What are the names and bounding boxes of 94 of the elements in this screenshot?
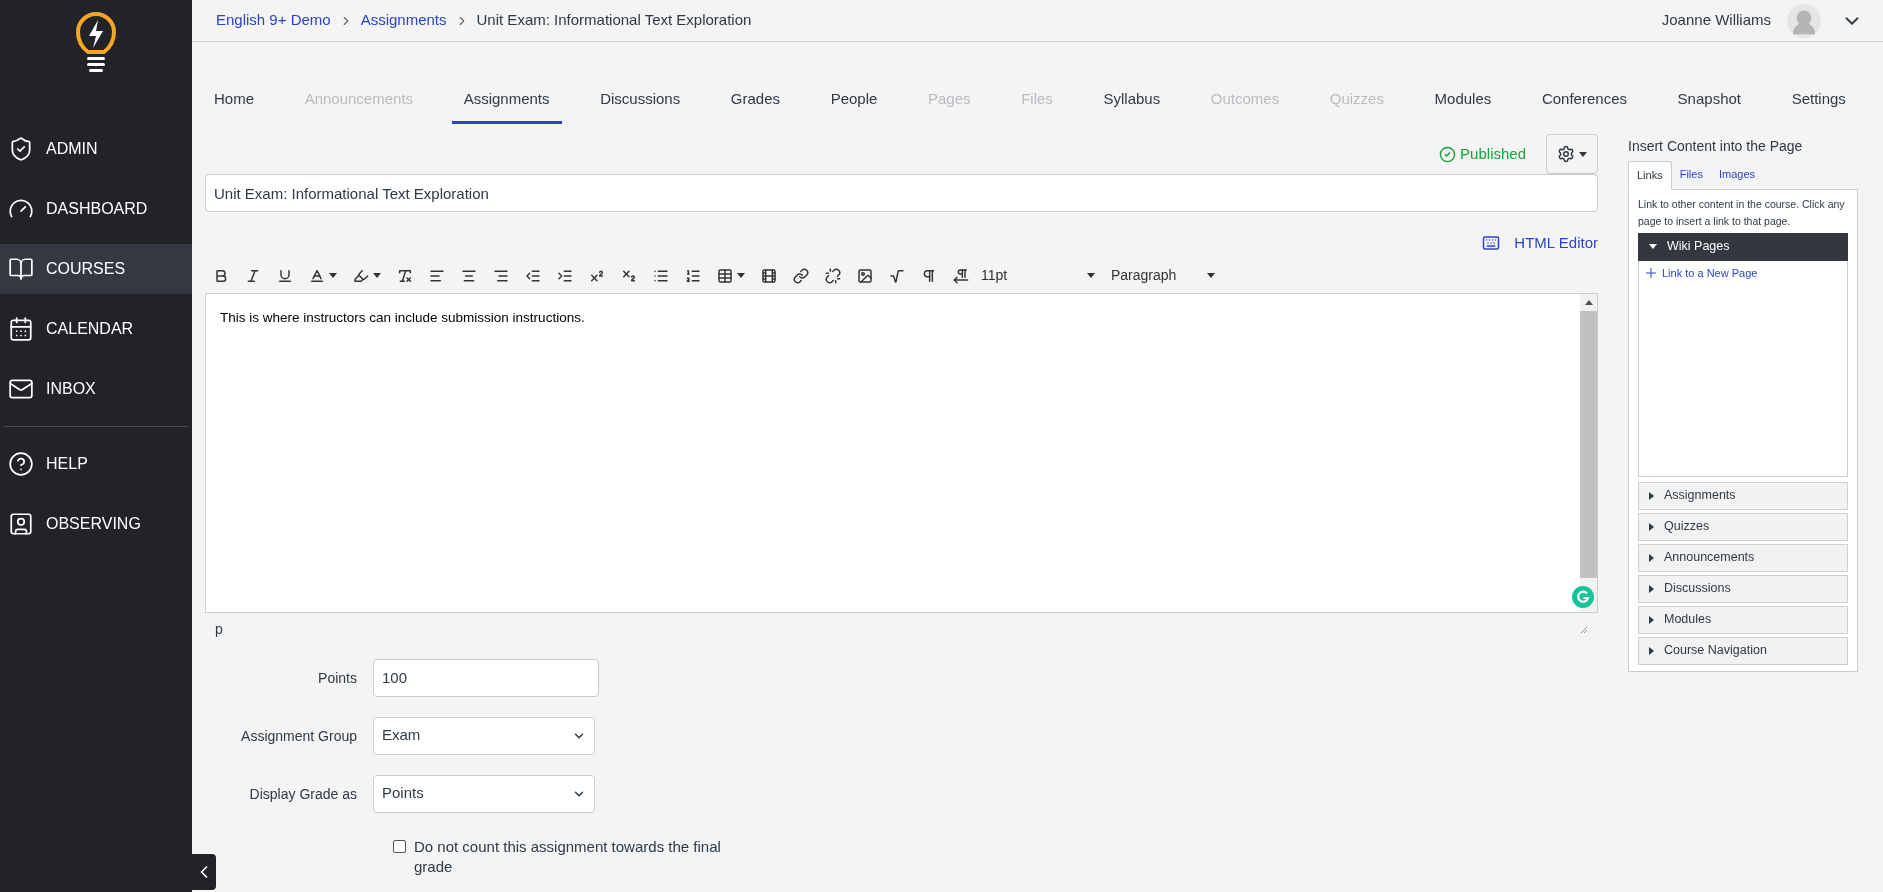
course-nav-tab[interactable]: Settings xyxy=(1779,78,1858,124)
omit-checkbox[interactable] xyxy=(393,839,406,853)
caret-right-icon xyxy=(1649,584,1654,593)
field-label: Assignment Group xyxy=(240,726,357,746)
course-nav-tab[interactable]: Snapshot xyxy=(1665,78,1753,124)
display-grade-select[interactable]: Points xyxy=(373,774,595,813)
caret-icon xyxy=(1207,273,1215,278)
accordion-header[interactable]: Discussions xyxy=(1638,574,1848,603)
new-page-link[interactable]: Link to a New Page xyxy=(1643,264,1843,281)
caret-right-icon xyxy=(1649,615,1654,624)
course-nav-tab[interactable]: Syllabus xyxy=(1091,78,1173,124)
accordion-header[interactable]: Assignments xyxy=(1638,481,1848,510)
sidebar-item[interactable]: DASHBOARD xyxy=(0,184,192,234)
checkbox-label: Do not count this assignment towards the final grade xyxy=(414,836,722,877)
numbered-list-icon xyxy=(685,267,701,284)
breadcrumb-link[interactable]: Assignments xyxy=(360,9,447,32)
accordion-header[interactable]: Quizzes xyxy=(1638,512,1848,541)
sidebar-item[interactable]: OBSERVING xyxy=(0,499,192,549)
accordion-header[interactable]: Course Navigation xyxy=(1638,636,1848,665)
breadcrumb-link[interactable]: English 9+ Demo xyxy=(216,9,331,32)
editor-content: This is where instructors can include submission instructions. xyxy=(219,308,586,327)
panel-tab[interactable]: Links xyxy=(1628,161,1672,190)
caret-right-icon xyxy=(1649,522,1654,531)
image-icon xyxy=(857,267,873,284)
link-icon xyxy=(793,267,809,284)
course-nav-tab[interactable]: Assignments xyxy=(451,78,562,124)
text-color-icon xyxy=(309,267,325,284)
settings-button[interactable] xyxy=(1546,134,1598,174)
user-square-icon xyxy=(8,511,34,537)
grammar-checker-icon xyxy=(1571,584,1595,609)
clear-formatting-icon xyxy=(397,267,413,284)
accordion-header[interactable]: Modules xyxy=(1638,605,1848,634)
keyboard-icon xyxy=(1482,234,1501,253)
check-circle-icon xyxy=(1439,145,1457,163)
unlink-icon xyxy=(825,267,841,284)
course-nav-tab[interactable]: Grades xyxy=(718,78,793,124)
points-field[interactable]: 100 xyxy=(373,658,599,697)
bold-icon xyxy=(213,267,229,284)
user-name: Joanne Williams xyxy=(1661,10,1771,31)
html-editor-link[interactable]: HTML Editor xyxy=(1482,232,1598,255)
title-field[interactable]: Unit Exam: Informational Text Exploration xyxy=(205,174,1598,212)
sidebar-item[interactable]: HELP xyxy=(0,439,192,489)
italic-icon xyxy=(245,267,261,284)
caret-icon xyxy=(1087,273,1095,278)
panel-tab[interactable]: Images xyxy=(1710,161,1763,189)
panel-tab[interactable]: Files xyxy=(1671,161,1711,189)
avatar-icon xyxy=(1787,3,1821,38)
caret-right-icon xyxy=(1649,646,1654,655)
settings-icon xyxy=(1557,145,1575,163)
collapse-sidebar-button[interactable] xyxy=(192,854,216,890)
field-label: Display Grade as xyxy=(248,784,357,804)
highlight-icon xyxy=(353,267,369,284)
caret-right-icon xyxy=(1649,553,1654,562)
caret-icon xyxy=(737,273,745,278)
sidebar-item[interactable]: ADMIN xyxy=(0,124,192,174)
panel-description: Link to other content in the course. Click any page to insert a link to that page. xyxy=(1638,196,1846,229)
course-nav-tab[interactable]: Discussions xyxy=(588,78,693,124)
pilcrow-left-icon xyxy=(953,267,969,284)
sidebar-item[interactable]: COURSES xyxy=(0,244,192,294)
course-nav-tab[interactable]: Modules xyxy=(1422,78,1504,124)
course-nav-tab[interactable]: People xyxy=(818,78,890,124)
shield-icon xyxy=(8,136,34,162)
film-icon xyxy=(761,267,777,284)
caret-icon xyxy=(329,273,337,278)
rich-text-editor[interactable]: This is where instructors can include submission instructions. xyxy=(205,292,1598,613)
field-label: Points xyxy=(317,668,357,688)
caret-icon xyxy=(1579,151,1587,157)
table-icon xyxy=(717,267,733,284)
assignment-group-select[interactable]: Exam xyxy=(373,716,595,755)
caret-right-icon xyxy=(1649,491,1654,500)
square-root-icon xyxy=(889,267,905,284)
pilcrow-icon xyxy=(921,267,937,284)
course-nav-tab[interactable]: Conferences xyxy=(1529,78,1639,124)
envelope-icon xyxy=(8,376,34,402)
element-path: p xyxy=(215,620,223,639)
calendar-icon xyxy=(8,316,34,342)
accordion-header[interactable]: Wiki Pages xyxy=(1638,232,1848,261)
underline-icon xyxy=(277,267,293,284)
font-size-dropdown[interactable]: 11pt xyxy=(981,265,1095,286)
resize-handle-icon[interactable] xyxy=(1580,625,1588,634)
help-icon xyxy=(8,451,34,477)
accordion-header[interactable]: Announcements xyxy=(1638,543,1848,572)
sidebar-item[interactable]: INBOX xyxy=(0,364,192,414)
scrollbar-thumb[interactable] xyxy=(1580,310,1597,578)
book-icon xyxy=(8,256,34,282)
breadcrumb-current: Unit Exam: Informational Text Exploration xyxy=(476,10,752,31)
published-status: Published xyxy=(1439,142,1526,166)
sidebar-item[interactable]: CALENDAR xyxy=(0,304,192,354)
block-format-dropdown[interactable]: Paragraph xyxy=(1111,265,1215,286)
course-nav-tab[interactable]: Home xyxy=(202,78,266,124)
scroll-up-arrow-icon[interactable] xyxy=(1584,299,1593,305)
caret-icon xyxy=(373,273,381,278)
caret-down-icon xyxy=(1649,244,1657,249)
panel-title: Insert Content into the Page xyxy=(1628,137,1804,156)
